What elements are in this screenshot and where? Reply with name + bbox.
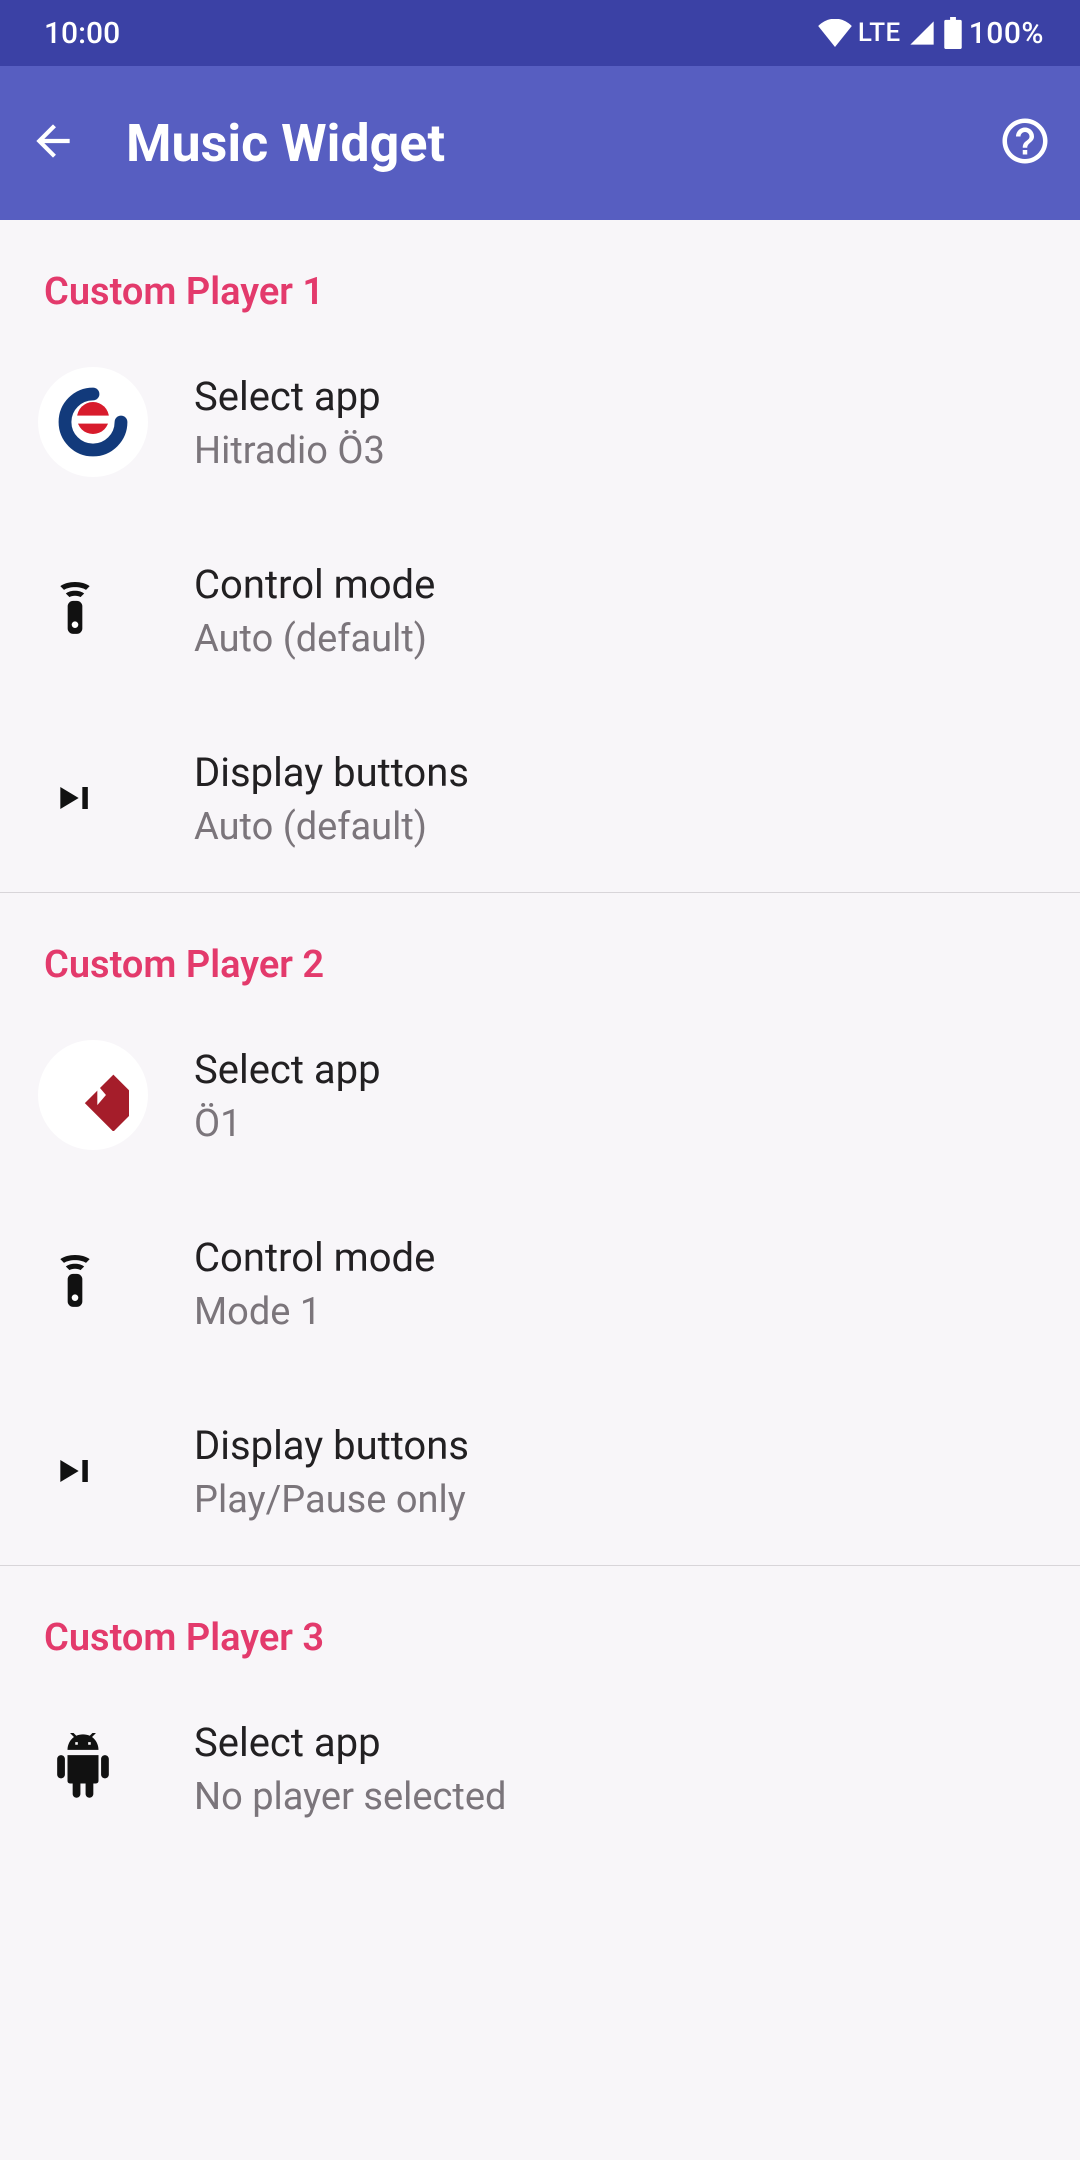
icon-slot <box>44 771 194 825</box>
android-icon <box>48 1733 118 1803</box>
row-display-buttons[interactable]: Display buttons Auto (default) <box>0 704 1080 892</box>
row-title: Display buttons <box>194 1420 1036 1472</box>
section-header: Custom Player 3 <box>0 1566 1080 1674</box>
row-select-app[interactable]: Select app No player selected <box>0 1674 1080 1862</box>
row-subtitle: No player selected <box>194 1775 1036 1819</box>
row-subtitle: Play/Pause only <box>194 1478 1036 1522</box>
battery-icon <box>943 17 963 49</box>
icon-slot <box>44 1256 194 1310</box>
app-icon-slot <box>44 1040 194 1150</box>
skip-next-icon <box>48 1444 102 1498</box>
row-subtitle: Ö1 <box>194 1102 1036 1146</box>
row-control-mode[interactable]: Control mode Auto (default) <box>0 516 1080 704</box>
row-title: Control mode <box>194 1232 1036 1284</box>
status-right: LTE 100% <box>818 16 1044 51</box>
row-title: Select app <box>194 371 1036 423</box>
app-icon-slot <box>44 1733 194 1803</box>
app-icon-slot <box>44 367 194 477</box>
section-header: Custom Player 2 <box>0 893 1080 1001</box>
row-title: Display buttons <box>194 747 1036 799</box>
battery-pct: 100% <box>969 16 1044 51</box>
back-icon[interactable] <box>28 116 78 170</box>
remote-icon <box>48 583 102 637</box>
o1-icon <box>38 1040 148 1150</box>
row-select-app[interactable]: Select app Hitradio Ö3 <box>0 328 1080 516</box>
status-bar: 10:00 LTE 100% <box>0 0 1080 66</box>
row-subtitle: Mode 1 <box>194 1290 1036 1334</box>
row-control-mode[interactable]: Control mode Mode 1 <box>0 1189 1080 1377</box>
row-subtitle: Auto (default) <box>194 617 1036 661</box>
signal-icon <box>907 19 937 47</box>
help-icon[interactable] <box>998 114 1052 172</box>
row-display-buttons[interactable]: Display buttons Play/Pause only <box>0 1377 1080 1565</box>
app-bar: Music Widget <box>0 66 1080 220</box>
row-subtitle: Auto (default) <box>194 805 1036 849</box>
section-header: Custom Player 1 <box>0 220 1080 328</box>
row-subtitle: Hitradio Ö3 <box>194 429 1036 473</box>
row-select-app[interactable]: Select app Ö1 <box>0 1001 1080 1189</box>
row-title: Select app <box>194 1044 1036 1096</box>
icon-slot <box>44 1444 194 1498</box>
skip-next-icon <box>48 771 102 825</box>
hitradio-o3-icon <box>38 367 148 477</box>
section-custom-player-3: Custom Player 3 Select app No player sel… <box>0 1566 1080 1862</box>
remote-icon <box>48 1256 102 1310</box>
wifi-icon <box>818 19 852 47</box>
row-title: Select app <box>194 1717 1036 1769</box>
section-custom-player-2: Custom Player 2 Select app Ö1 <box>0 893 1080 1566</box>
page-title: Music Widget <box>126 113 445 174</box>
icon-slot <box>44 583 194 637</box>
row-title: Control mode <box>194 559 1036 611</box>
section-custom-player-1: Custom Player 1 Select app Hitradio Ö3 <box>0 220 1080 893</box>
network-label: LTE <box>858 18 901 48</box>
status-time: 10:00 <box>44 16 120 51</box>
